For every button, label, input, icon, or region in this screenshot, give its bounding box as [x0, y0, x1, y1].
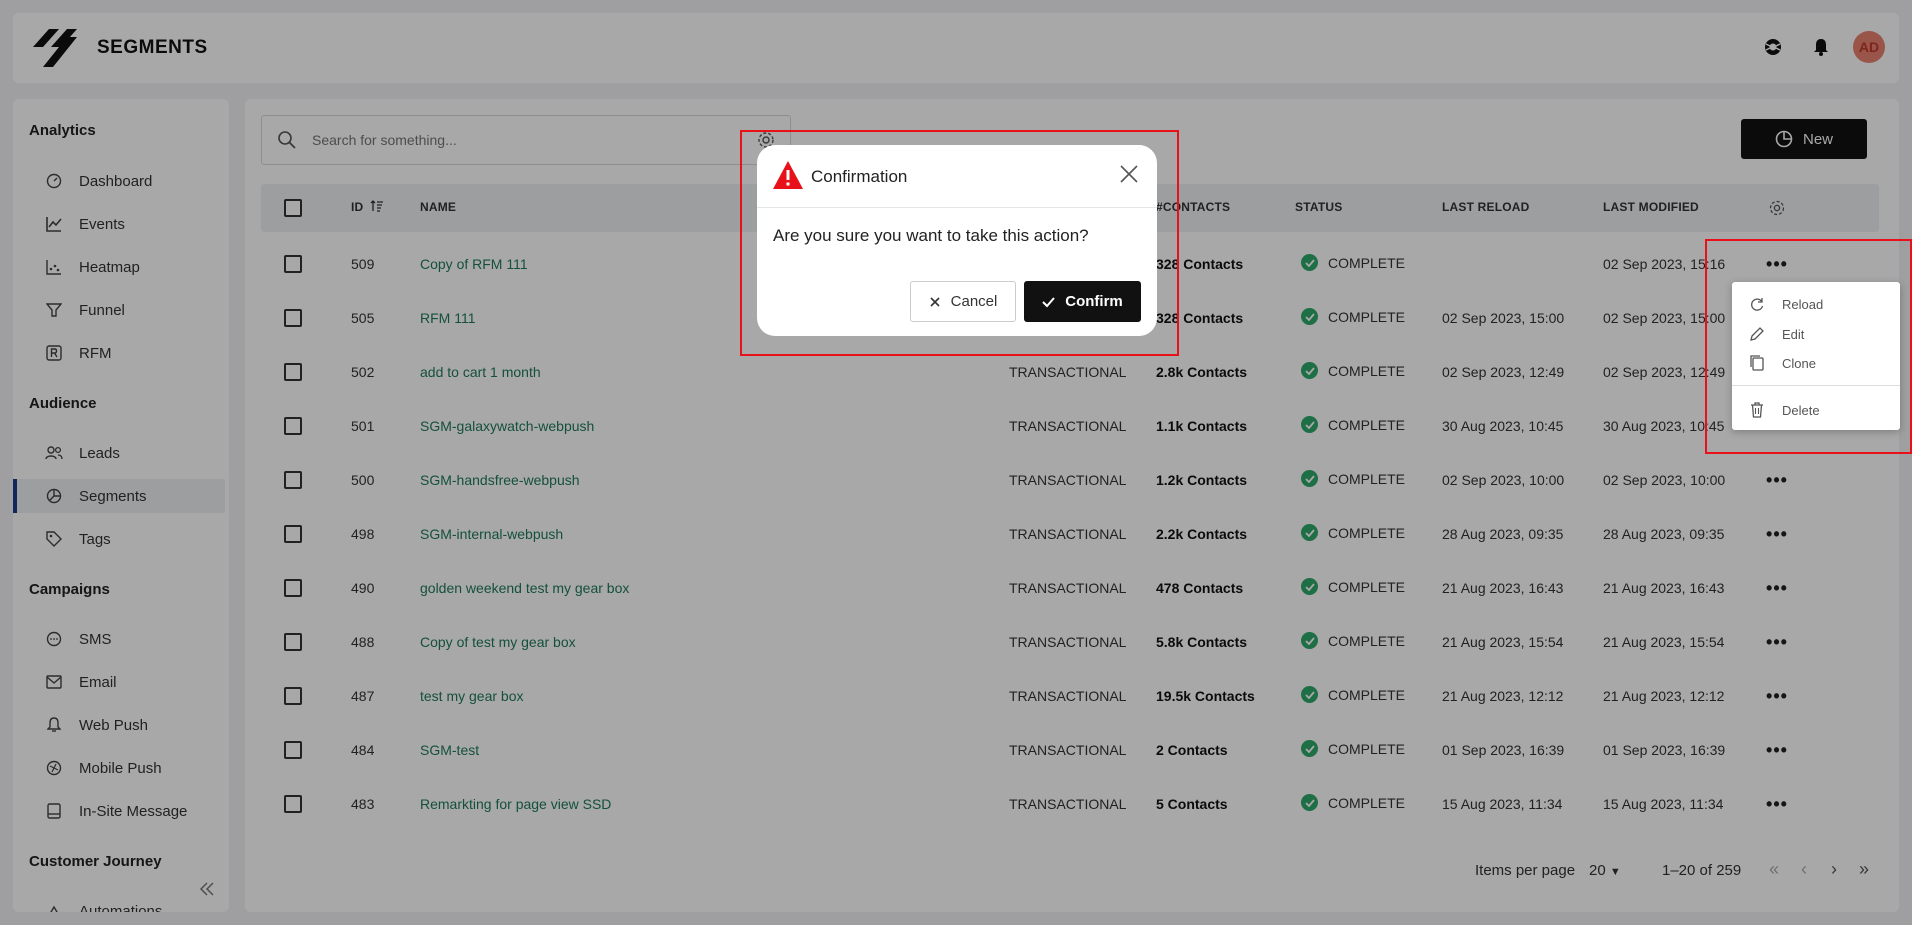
- highlight-box-dialog: [740, 130, 1179, 356]
- highlight-box-menu: [1705, 239, 1912, 454]
